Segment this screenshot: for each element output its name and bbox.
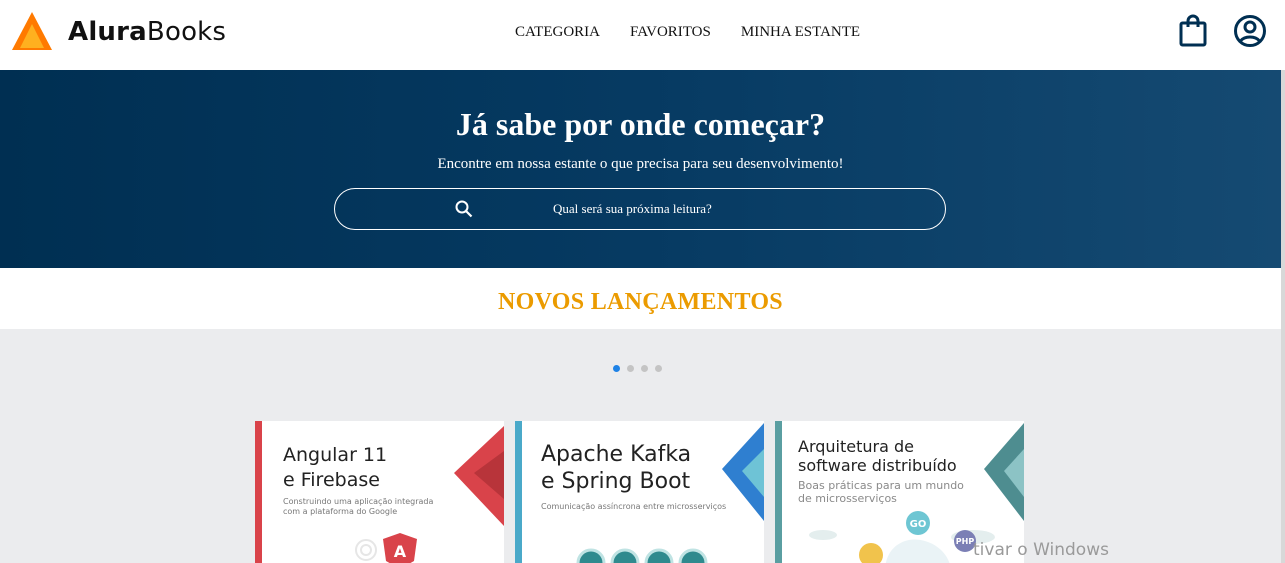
book-title: Apache Kafka e Spring Boot — [541, 442, 692, 494]
top-header: AluraBooks CATEGORIA FAVORITOS MINHA EST… — [0, 0, 1285, 70]
site-logo[interactable]: AluraBooks — [12, 12, 226, 52]
search-placeholder: Qual será sua próxima leitura? — [553, 201, 712, 216]
section-header: NOVOS LANÇAMENTOS — [0, 268, 1281, 329]
logo-icon — [12, 12, 52, 50]
nav-item-minha-estante[interactable]: MINHA ESTANTE — [741, 22, 860, 42]
search-input[interactable]: Qual será sua próxima leitura? — [334, 188, 946, 230]
svg-text:PHP: PHP — [956, 537, 975, 546]
cover-chevron-graphic — [454, 426, 504, 526]
cover-chevron-graphic — [722, 423, 764, 521]
hero-subtitle: Encontre em nossa estante o que precisa … — [437, 156, 844, 172]
svg-text:A: A — [394, 542, 407, 561]
nav-item-favoritos[interactable]: FAVORITOS — [630, 22, 711, 42]
hero-banner: Já sabe por onde começar? Encontre em no… — [0, 70, 1281, 268]
user-circle-icon[interactable] — [1233, 14, 1267, 53]
carousel-dot-3[interactable] — [641, 365, 648, 372]
book-subtitle: Construindo uma aplicação integrada com … — [283, 497, 434, 516]
carousel-dots — [613, 365, 669, 372]
book-card-kafka[interactable]: Apache Kafka e Spring Boot Comunicação a… — [515, 421, 764, 563]
firebase-pattern-icon — [355, 539, 377, 561]
nav-item-categoria[interactable]: CATEGORIA — [515, 22, 600, 42]
book-cover-stripe — [515, 421, 522, 563]
main-nav: CATEGORIA FAVORITOS MINHA ESTANTE — [515, 22, 890, 42]
page-scrollbar[interactable] — [1281, 70, 1285, 563]
book-subtitle: Boas práticas para um mundo de microsser… — [798, 479, 964, 505]
shopping-bag-icon[interactable] — [1177, 14, 1209, 53]
book-cover-stripe — [775, 421, 782, 563]
book-title: Angular 11 e Firebase — [283, 444, 388, 491]
book-cover-stripe — [255, 421, 262, 563]
book-title: Arquitetura de software distribuído — [798, 437, 957, 475]
carousel-dot-4[interactable] — [655, 365, 662, 372]
angular-logo-icon: A — [383, 533, 417, 563]
book-subtitle: Comunicação assíncrona entre microsservi… — [541, 502, 727, 511]
windows-activation-watermark: tivar o Windows — [973, 540, 1109, 560]
carousel-dot-2[interactable] — [627, 365, 634, 372]
book-card-angular[interactable]: Angular 11 e Firebase Construindo uma ap… — [255, 421, 504, 563]
hero-title: Já sabe por onde começar? — [455, 106, 826, 142]
section-title: NOVOS LANÇAMENTOS — [498, 289, 783, 315]
search-icon[interactable] — [455, 200, 473, 223]
microservices-icons — [576, 548, 708, 563]
logo-text: AluraBooks — [68, 17, 227, 47]
carousel-dot-1[interactable] — [613, 365, 620, 372]
svg-text:GO: GO — [910, 519, 927, 530]
